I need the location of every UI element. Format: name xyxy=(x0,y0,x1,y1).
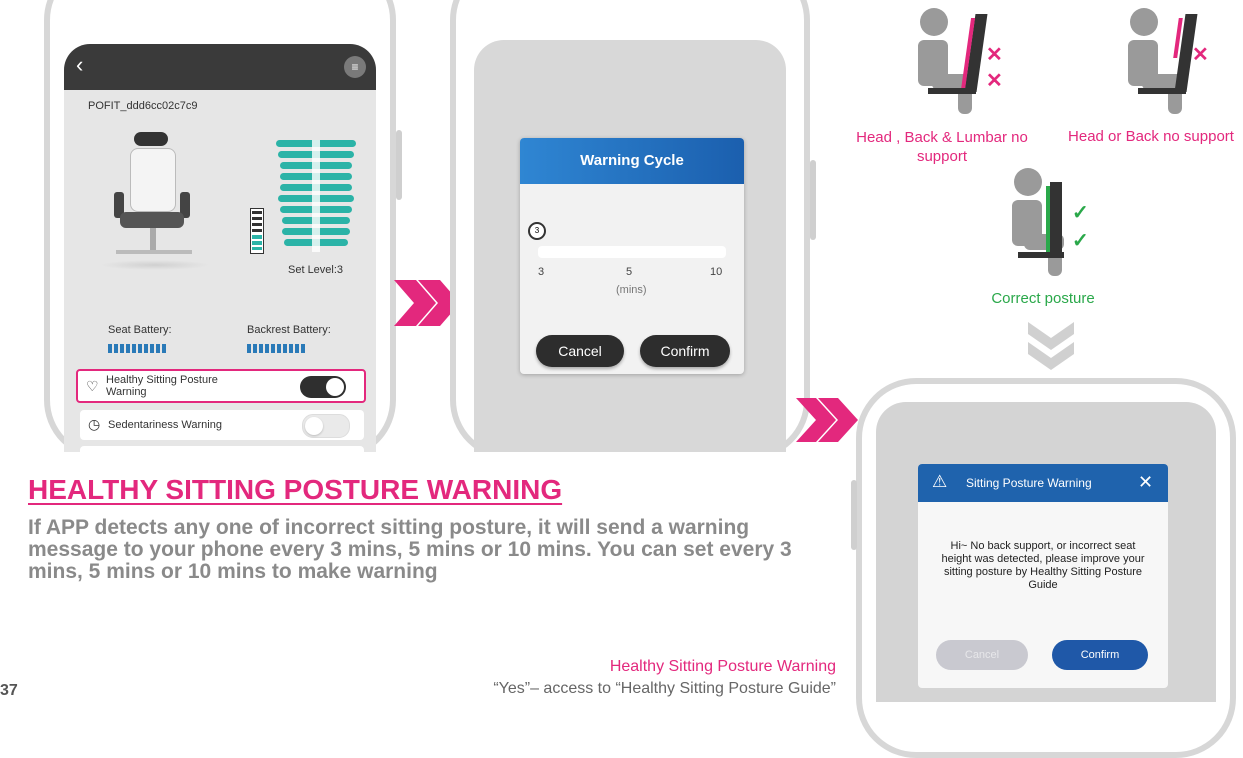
sedentariness-warning-row[interactable]: ◷ Sedentariness Warning xyxy=(80,410,364,440)
healthy-posture-warning-row[interactable]: ♡ Healthy Sitting Posture Warning xyxy=(76,369,366,403)
clock-icon: ◷ xyxy=(88,416,101,432)
backrest-battery-label: Backrest Battery: xyxy=(247,324,331,336)
app-header: ‹ ≡ xyxy=(64,44,376,90)
back-arrow-icon[interactable]: ‹ xyxy=(76,52,83,78)
down-chevron-icon xyxy=(1026,320,1076,374)
cancel-button[interactable]: Cancel xyxy=(936,640,1028,670)
level-meter xyxy=(250,208,264,254)
menu-icon[interactable]: ≡ xyxy=(344,56,366,78)
dialog-title: Sitting Posture Warning xyxy=(966,476,1092,490)
heart-icon: ♡ xyxy=(86,378,99,394)
close-icon[interactable]: ✕ xyxy=(1138,472,1153,493)
unit-label: (mins) xyxy=(616,284,647,296)
seat-battery-bar xyxy=(108,340,168,358)
warning-triangle-icon: ⚠ xyxy=(932,472,948,491)
healthy-posture-warning-label: Healthy Sitting Posture Warning xyxy=(106,374,218,398)
page-number: 37 xyxy=(0,682,18,699)
slider-track[interactable] xyxy=(538,246,726,258)
phone-2-side-button xyxy=(810,160,816,240)
set-level-label: Set Level:3 xyxy=(288,264,344,276)
tick-label-10: 10 xyxy=(710,266,723,278)
sitting-posture-warning-dialog: ⚠ Sitting Posture Warning ✕ Hi~ No back … xyxy=(918,464,1168,688)
sedentariness-warning-label: Sedentariness Warning xyxy=(108,419,222,431)
dialog-header: ⚠ Sitting Posture Warning ✕ xyxy=(918,464,1168,502)
body-text: If APP detects any one of incorrect sitt… xyxy=(28,516,792,583)
x-mark-icon: ✕ xyxy=(986,44,1003,66)
x-mark-icon: ✕ xyxy=(1192,44,1209,66)
confirm-button[interactable]: Confirm xyxy=(1052,640,1148,670)
phone-1-screen: ‹ ≡ POFIT_ddd6cc02c7c9 Set Level:3 Seat … xyxy=(64,44,376,460)
slider-knob[interactable]: 3 xyxy=(528,222,546,240)
backrest-level-graphic xyxy=(272,140,362,258)
chair-illustration xyxy=(100,132,210,272)
x-mark-icon: ✕ xyxy=(986,70,1003,92)
phone-3-side-button xyxy=(851,480,857,550)
caption-title: Healthy Sitting Posture Warning xyxy=(609,658,836,675)
posture-label-correct: Correct posture xyxy=(991,290,1095,307)
seat-battery-label: Seat Battery: xyxy=(108,324,172,336)
dialog-title: Warning Cycle xyxy=(580,152,684,169)
dialog-header: Warning Cycle xyxy=(520,138,744,184)
posture-label-bad-1: Head , Back & Lumbar no support xyxy=(856,129,1028,165)
backrest-battery-bar xyxy=(247,340,307,358)
warning-cycle-dialog: Warning Cycle 3 3 5 10 (mins) Cancel Con… xyxy=(520,138,744,374)
device-name: POFIT_ddd6cc02c7c9 xyxy=(88,100,198,112)
confirm-button[interactable]: Confirm xyxy=(640,335,730,367)
warning-message: Hi~ No back support, or incorrect seat h… xyxy=(941,540,1145,591)
cancel-button[interactable]: Cancel xyxy=(536,335,624,367)
tick-label-3: 3 xyxy=(538,266,545,278)
healthy-posture-toggle[interactable] xyxy=(300,376,346,398)
caption-line: “Yes”– access to “Healthy Sitting Postur… xyxy=(493,680,836,697)
sedentariness-toggle[interactable] xyxy=(302,414,350,438)
heading: HEALTHY SITTING POSTURE WARNING xyxy=(28,474,563,505)
check-mark-icon: ✓ xyxy=(1072,202,1089,224)
phone-1-side-button xyxy=(396,130,402,200)
posture-label-bad-2: Head or Back no support xyxy=(1068,128,1234,145)
next-arrow-icon xyxy=(794,396,860,444)
check-mark-icon: ✓ xyxy=(1072,230,1089,252)
tick-label-5: 5 xyxy=(626,266,633,278)
